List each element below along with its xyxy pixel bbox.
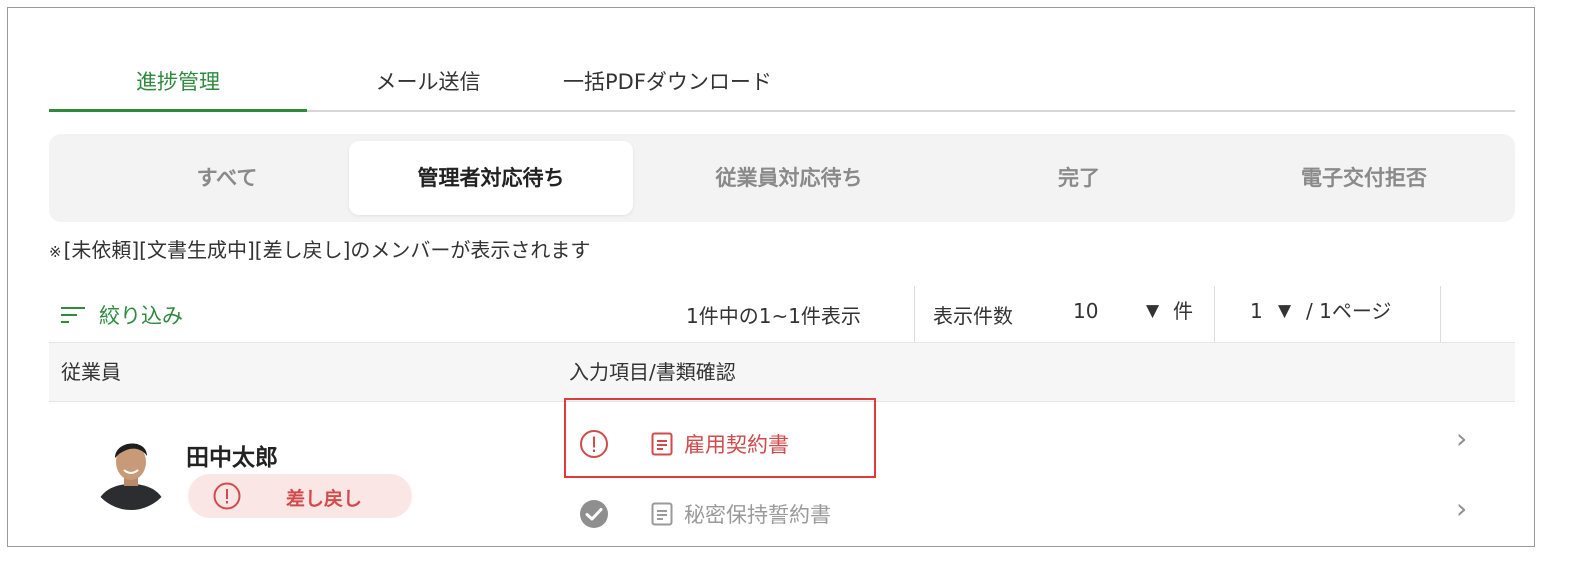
exclamation-circle-icon (580, 430, 608, 458)
filter-lines-icon (61, 307, 85, 323)
status-badge: 差し戻し (188, 474, 412, 518)
status-complete[interactable]: 完了 (929, 141, 1229, 215)
per-page-label: 表示件数 (933, 304, 1013, 328)
tab-mail[interactable]: メール送信 (351, 52, 505, 110)
app-frame: 進捗管理 メール送信 一括PDFダウンロード すべて 管理者対応待ち 従業員対応… (7, 7, 1535, 547)
divider (914, 286, 915, 342)
status-filter: すべて 管理者対応待ち 従業員対応待ち 完了 電子交付拒否 (49, 134, 1515, 222)
note-text: [未依頼][文書生成中][差し戻し]のメンバーが表示されます (63, 238, 591, 262)
chevron-right-icon[interactable]: › (1456, 422, 1467, 455)
caret-down-icon: ▼ (1278, 301, 1292, 321)
per-page-value: 10 (1073, 299, 1099, 323)
status-badge-label: 差し戻し (286, 488, 363, 510)
page-total: / 1ページ (1306, 299, 1392, 323)
note-mark: ※ (49, 243, 62, 261)
document-icon (651, 502, 673, 526)
table-header: 従業員 入力項目/書類確認 (49, 342, 1515, 402)
chevron-right-icon[interactable]: › (1456, 492, 1467, 525)
status-all[interactable]: すべて (77, 141, 377, 215)
status-refused[interactable]: 電子交付拒否 (1219, 141, 1509, 215)
header-documents: 入力項目/書類確認 (569, 360, 736, 384)
per-page-unit: 件 (1173, 299, 1193, 323)
employee-name: 田中太郎 (186, 445, 278, 471)
result-count: 1件中の1~1件表示 (686, 304, 861, 328)
tab-pdf-download[interactable]: 一括PDFダウンロード (563, 52, 823, 110)
filter-label: 絞り込み (99, 304, 183, 328)
document-name: 雇用契約書 (684, 433, 789, 457)
avatar (89, 426, 173, 510)
filter-button[interactable]: 絞り込み (61, 300, 183, 330)
tab-progress[interactable]: 進捗管理 (49, 52, 307, 112)
main-tabs: 進捗管理 メール送信 一括PDFダウンロード (49, 52, 1515, 112)
caret-down-icon: ▼ (1146, 301, 1160, 321)
per-page-select[interactable]: 10 ▼ 件 (1063, 295, 1213, 327)
header-employee: 従業員 (61, 360, 121, 384)
document-link-nda[interactable]: 秘密保持誓約書 (578, 498, 831, 530)
document-name: 秘密保持誓約書 (684, 503, 831, 527)
document-link-employment-contract[interactable]: 雇用契約書 (578, 428, 789, 460)
status-employee-pending[interactable]: 従業員対応待ち (639, 141, 939, 215)
status-admin-pending[interactable]: 管理者対応待ち (349, 141, 633, 215)
check-circle-icon (580, 500, 608, 528)
page-value: 1 (1250, 299, 1263, 323)
exclamation-circle-icon (213, 482, 241, 510)
page-select[interactable]: 1 ▼ / 1ページ (1238, 295, 1438, 327)
divider (1214, 286, 1215, 342)
document-icon (651, 432, 673, 456)
divider (1440, 286, 1441, 342)
filter-note: ※ [未依頼][文書生成中][差し戻し]のメンバーが表示されます (49, 234, 590, 263)
